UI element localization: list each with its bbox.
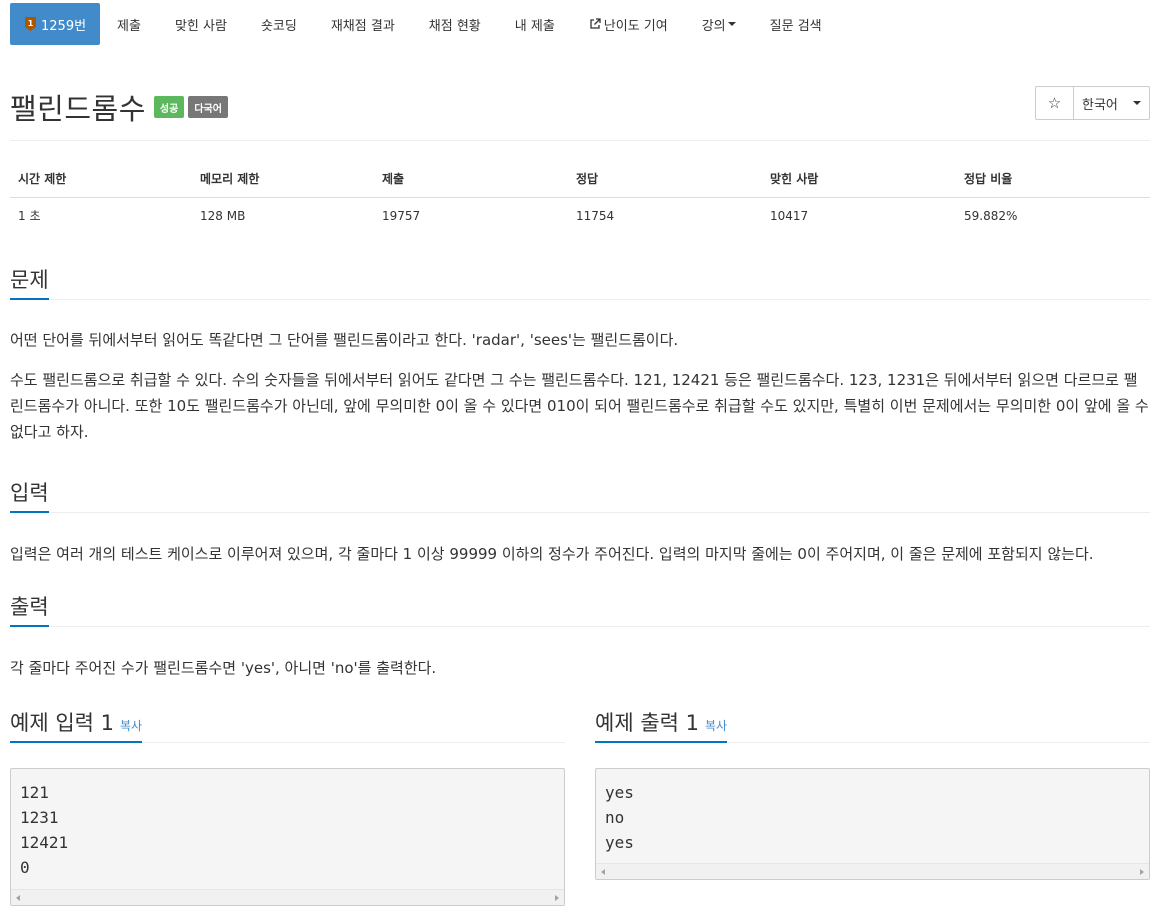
- col-submissions: 제출: [374, 160, 568, 198]
- solved-users-value: 10417: [770, 208, 809, 223]
- nav-short-coding-label: 숏코딩: [260, 18, 297, 34]
- accept-ratio-value: 59.882%: [964, 208, 1018, 223]
- sample-output-title: 예제 출력 1 복사: [595, 707, 728, 743]
- input-description: 입력은 여러 개의 테스트 케이스로 이루어져 있으며, 각 줄마다 1 이상 …: [10, 545, 1094, 563]
- header-divider: [10, 140, 1150, 141]
- star-icon: ☆: [1047, 94, 1062, 112]
- scroll-right-icon[interactable]: [1140, 869, 1144, 875]
- nav-problem-number[interactable]: 1 1259번: [10, 3, 101, 45]
- submissions-value: 19757: [382, 208, 421, 223]
- col-solved-users: 맞힌 사람: [762, 160, 956, 198]
- output-section-title: 출력: [10, 591, 49, 627]
- nav-solved-users[interactable]: 맞힌 사람: [158, 3, 244, 45]
- col-accept-ratio: 정답 비율: [956, 160, 1150, 198]
- problem-nav: 1 1259번 제출 맞힌 사람 숏코딩 재채점 결과 채점 현황 내 제출 난…: [10, 3, 839, 45]
- memory-limit-value: 128 MB: [200, 208, 246, 223]
- svg-text:1: 1: [28, 19, 34, 28]
- problem-page: 1 1259번 제출 맞힌 사람 숏코딩 재채점 결과 채점 현황 내 제출 난…: [0, 0, 1160, 910]
- problem-description-1: 어떤 단어를 뒤에서부터 읽어도 똑같다면 그 단어를 팰린드롬이라고 한다. …: [10, 331, 679, 349]
- nav-submit-label: 제출: [117, 18, 141, 34]
- nav-judge-status[interactable]: 채점 현황: [412, 3, 498, 45]
- sample-output-scrollbar[interactable]: [596, 863, 1149, 879]
- sample-input-title-text: 예제 입력 1: [10, 711, 114, 735]
- sample-output-header: 예제 출력 1 복사: [595, 707, 1150, 743]
- nav-my-submissions[interactable]: 내 제출: [498, 3, 572, 45]
- scroll-right-icon[interactable]: [555, 895, 559, 901]
- sample-input-text: 121 1231 12421 0: [20, 783, 69, 877]
- output-section-header: 출력: [10, 591, 1150, 627]
- sample-output-box[interactable]: yes no yes: [595, 768, 1150, 880]
- language-select-label: 한국어: [1082, 97, 1118, 113]
- problem-header: 팰린드롬수 성공 다국어: [10, 86, 228, 128]
- nav-problem-number-label: 1259번: [41, 18, 87, 34]
- nav-rejudge-results[interactable]: 재채점 결과: [314, 3, 412, 45]
- page-title: 팰린드롬수: [10, 92, 146, 126]
- problem-description-2: 수도 팰린드롬으로 취급할 수 있다. 수의 숫자들을 뒤에서부터 읽어도 같다…: [10, 371, 1149, 441]
- nav-difficulty-contribution[interactable]: 난이도 기여: [572, 3, 685, 45]
- problem-section-header: 문제: [10, 264, 1150, 300]
- sample-output-title-text: 예제 출력 1: [595, 711, 699, 735]
- nav-question-search[interactable]: 질문 검색: [753, 3, 839, 45]
- nav-short-coding[interactable]: 숏코딩: [244, 3, 314, 45]
- sample-input-scrollbar[interactable]: [11, 889, 564, 905]
- caret-down-icon: [727, 22, 736, 26]
- table-row: 1 초 128 MB 19757 11754 10417 59.882%: [10, 198, 1150, 234]
- sample-input-header: 예제 입력 1 복사: [10, 707, 565, 743]
- multilang-badge: 다국어: [188, 96, 228, 118]
- nav-difficulty-contribution-label: 난이도 기여: [603, 18, 668, 34]
- col-memory-limit: 메모리 제한: [192, 160, 374, 198]
- scroll-left-icon[interactable]: [601, 869, 605, 875]
- problem-actions: ☆ 한국어: [1035, 86, 1150, 120]
- accepted-value: 11754: [576, 208, 615, 223]
- copy-sample-output-link[interactable]: 복사: [705, 719, 727, 733]
- time-limit-value: 1 초: [18, 209, 41, 224]
- table-header-row: 시간 제한 메모리 제한 제출 정답 맞힌 사람 정답 비율: [10, 160, 1150, 198]
- col-time-limit: 시간 제한: [10, 160, 192, 198]
- tier-badge-icon: 1: [25, 17, 36, 31]
- copy-sample-input-link[interactable]: 복사: [120, 719, 142, 733]
- nav-judge-status-label: 채점 현황: [428, 18, 481, 34]
- problem-info-table: 시간 제한 메모리 제한 제출 정답 맞힌 사람 정답 비율 1 초 128 M…: [10, 160, 1150, 234]
- external-link-icon: [590, 18, 601, 29]
- nav-my-submissions-label: 내 제출: [514, 18, 555, 34]
- sample-output-text: yes no yes: [605, 783, 634, 852]
- nav-lectures-dropdown[interactable]: 강의: [685, 3, 753, 45]
- status-badge-success: 성공: [153, 96, 185, 118]
- scroll-left-icon[interactable]: [16, 895, 20, 901]
- favorite-star-button[interactable]: ☆: [1035, 86, 1074, 120]
- output-description: 각 줄마다 주어진 수가 팰린드롬수면 'yes', 아니면 'no'를 출력한…: [10, 659, 437, 677]
- nav-lectures-label: 강의: [701, 18, 726, 34]
- language-select-button[interactable]: 한국어: [1074, 86, 1150, 120]
- sample-input-title: 예제 입력 1 복사: [10, 707, 143, 743]
- nav-question-search-label: 질문 검색: [769, 18, 822, 34]
- nav-solved-users-label: 맞힌 사람: [174, 18, 227, 34]
- nav-submit[interactable]: 제출: [100, 3, 158, 45]
- sample-input-box[interactable]: 121 1231 12421 0: [10, 768, 565, 906]
- input-section-header: 입력: [10, 477, 1150, 513]
- caret-down-icon: [1133, 101, 1141, 105]
- nav-rejudge-results-label: 재채점 결과: [330, 18, 395, 34]
- col-accepted: 정답: [568, 160, 762, 198]
- problem-section-title: 문제: [10, 264, 49, 300]
- input-section-title: 입력: [10, 477, 49, 513]
